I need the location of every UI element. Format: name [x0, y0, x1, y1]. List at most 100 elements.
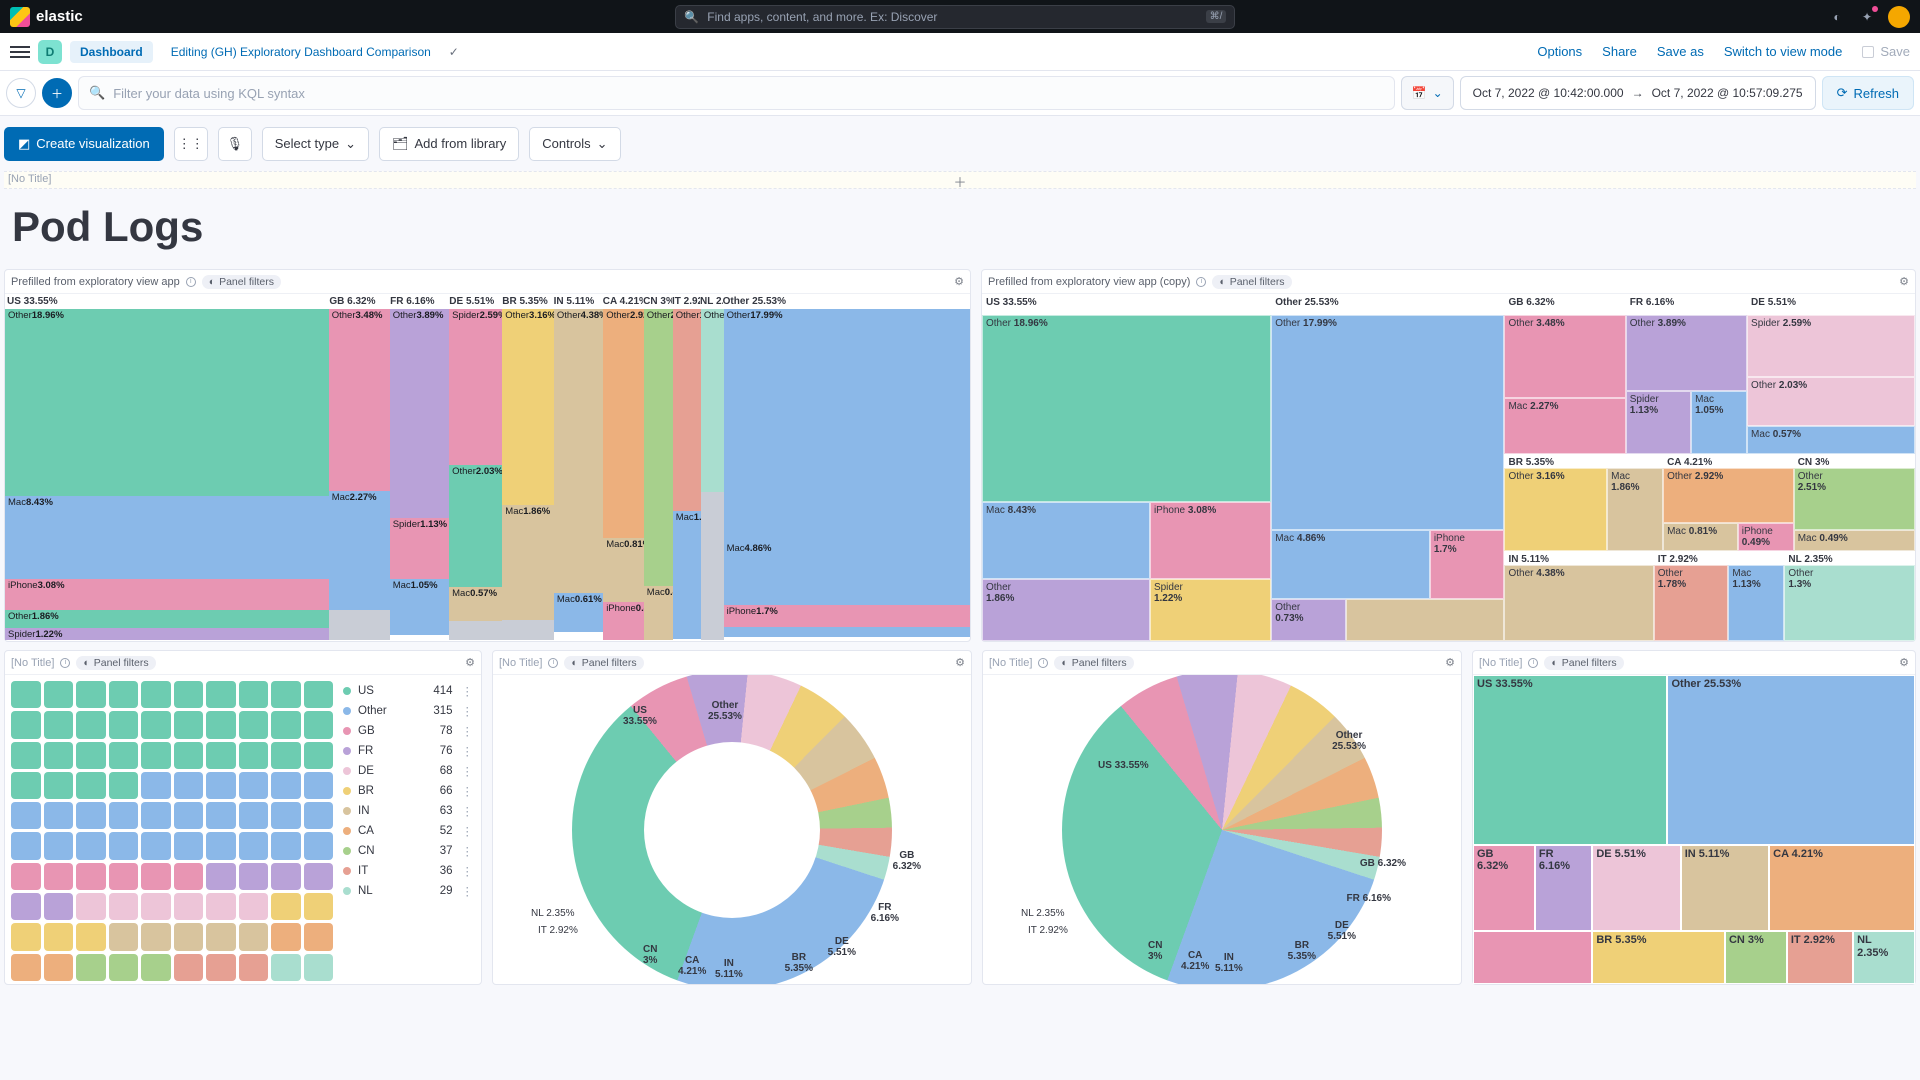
- kql-input[interactable]: 🔍 Filter your data using KQL syntax: [78, 76, 1395, 110]
- logo-mark-icon: [10, 7, 30, 27]
- legend-item[interactable]: US414⋮: [343, 681, 475, 701]
- info-icon[interactable]: i: [1038, 658, 1048, 668]
- gear-icon[interactable]: ⚙: [954, 275, 964, 288]
- legend-item[interactable]: BR66⋮: [343, 781, 475, 801]
- newsfeed-icon[interactable]: ✦: [1858, 8, 1876, 26]
- filter-bar: ▽ ＋ 🔍 Filter your data using KQL syntax …: [0, 71, 1920, 116]
- date-range[interactable]: Oct 7, 2022 @ 10:42:00.000 → Oct 7, 2022…: [1460, 76, 1816, 110]
- global-header: elastic 🔍 Find apps, content, and more. …: [0, 0, 1920, 33]
- breadcrumb-bar: D Dashboard Editing (GH) Exploratory Das…: [0, 33, 1920, 71]
- breadcrumb-dashboard[interactable]: Dashboard: [70, 41, 153, 63]
- mic-button[interactable]: 🎙: [218, 127, 252, 161]
- dots-icon: ⋮: [460, 744, 476, 758]
- slice-label: FR6.16%: [871, 902, 899, 924]
- slice-label: FR 6.16%: [1347, 893, 1391, 904]
- panel-mosaic-1: Prefilled from exploratory view app i ◐ …: [4, 269, 971, 642]
- filter-funnel-button[interactable]: ▽: [6, 78, 36, 108]
- chevron-down-icon: ⌄: [597, 136, 608, 152]
- mosaic-chart[interactable]: US 33.55%GB 6.32%FR 6.16%DE 5.51%BR 5.35…: [5, 294, 970, 641]
- info-icon[interactable]: i: [186, 277, 196, 287]
- gear-icon[interactable]: ⚙: [1899, 656, 1909, 669]
- panel-title: Prefilled from exploratory view app: [11, 276, 180, 288]
- kql-placeholder: Filter your data using KQL syntax: [113, 86, 305, 101]
- create-visualization-button[interactable]: ◩ Create visualization: [4, 127, 164, 161]
- header-actions: ◐ ✦: [1828, 6, 1910, 28]
- elastic-logo[interactable]: elastic: [10, 7, 83, 27]
- legend-item[interactable]: Other315⋮: [343, 701, 475, 721]
- switch-view-link[interactable]: Switch to view mode: [1724, 44, 1843, 59]
- legend-item[interactable]: IT36⋮: [343, 861, 475, 881]
- panel-filters-pill[interactable]: ◐ Panel filters: [564, 656, 643, 670]
- slice-label: IT 2.92%: [538, 925, 578, 936]
- gear-icon[interactable]: ⚙: [955, 656, 965, 669]
- legend-item[interactable]: FR76⋮: [343, 741, 475, 761]
- slice-label: IN5.11%: [1215, 952, 1243, 974]
- waffle-chart[interactable]: [11, 681, 333, 981]
- date-to: Oct 7, 2022 @ 10:57:09.275: [1652, 86, 1803, 100]
- help-icon[interactable]: ◐: [1828, 8, 1846, 26]
- legend-item[interactable]: NL29⋮: [343, 881, 475, 901]
- space-badge[interactable]: D: [38, 40, 62, 64]
- pie-chart[interactable]: US 33.55% Other25.53% GB 6.32% FR 6.16% …: [983, 675, 1461, 984]
- search-kbd: ⌘/: [1206, 10, 1227, 23]
- legend-item[interactable]: GB78⋮: [343, 721, 475, 741]
- search-placeholder: Find apps, content, and more. Ex: Discov…: [707, 10, 937, 24]
- slice-label: US33.55%: [623, 705, 657, 727]
- dots-icon: ⋮: [460, 884, 476, 898]
- add-panel-strip[interactable]: [No Title] ＋: [4, 171, 1916, 189]
- gear-icon[interactable]: ⚙: [1899, 275, 1909, 288]
- gear-icon[interactable]: ⚙: [1445, 656, 1455, 669]
- edit-toolbar: ◩ Create visualization ⋮⋮ 🎙 Select type …: [0, 116, 1920, 171]
- breadcrumb-editing[interactable]: Editing (GH) Exploratory Dashboard Compa…: [161, 41, 441, 63]
- legend-item[interactable]: DE68⋮: [343, 761, 475, 781]
- global-search[interactable]: 🔍 Find apps, content, and more. Ex: Disc…: [675, 5, 1235, 29]
- gear-icon[interactable]: ⚙: [465, 656, 475, 669]
- options-link[interactable]: Options: [1537, 44, 1582, 59]
- user-avatar[interactable]: [1888, 6, 1910, 28]
- drag-handle-button[interactable]: ⋮⋮: [174, 127, 208, 161]
- info-icon[interactable]: i: [1196, 277, 1206, 287]
- slice-label: CA4.21%: [678, 955, 706, 977]
- legend-item[interactable]: CN37⋮: [343, 841, 475, 861]
- treemap-chart[interactable]: US 33.55%Other 18.96%Mac 8.43%iPhone 3.0…: [982, 294, 1915, 641]
- slice-label: BR5.35%: [785, 952, 813, 974]
- page-title: Pod Logs: [0, 189, 1920, 269]
- treemap-chart-small[interactable]: US 33.55%Other 25.53%GB6.32%FR6.16%DE 5.…: [1473, 675, 1915, 984]
- slice-label: DE5.51%: [828, 936, 856, 958]
- chevron-down-icon: ⌄: [1433, 86, 1443, 100]
- waffle-legend: US414⋮Other315⋮GB78⋮FR76⋮DE68⋮BR66⋮IN63⋮…: [343, 681, 475, 981]
- legend-item[interactable]: IN63⋮: [343, 801, 475, 821]
- panel-filters-pill[interactable]: ◐ Panel filters: [1212, 275, 1291, 289]
- slice-label: NL 2.35%: [531, 908, 575, 919]
- date-quick-button[interactable]: 📅 ⌄: [1401, 76, 1454, 110]
- panel-treemap-2: [No Title] i ◐ Panel filters ⚙ US 33.55%…: [1472, 650, 1916, 985]
- date-from: Oct 7, 2022 @ 10:42:00.000: [1473, 86, 1624, 100]
- panel-filters-pill[interactable]: ◐ Panel filters: [1054, 656, 1133, 670]
- select-type-button[interactable]: Select type ⌄: [262, 127, 369, 161]
- panel-filters-pill[interactable]: ◐ Panel filters: [76, 656, 155, 670]
- panel-filters-pill[interactable]: ◐ Panel filters: [202, 275, 281, 289]
- refresh-button[interactable]: ⟳ Refresh: [1822, 76, 1914, 110]
- info-icon[interactable]: i: [548, 658, 558, 668]
- panel-waffle: [No Title] i ◐ Panel filters ⚙ US414⋮Oth…: [4, 650, 482, 985]
- share-link[interactable]: Share: [1602, 44, 1637, 59]
- add-from-library-button[interactable]: 🗂 Add from library: [379, 127, 519, 161]
- info-icon[interactable]: i: [1528, 658, 1538, 668]
- panel-filters-pill[interactable]: ◐ Panel filters: [1544, 656, 1623, 670]
- panel-title: [No Title]: [1479, 657, 1522, 669]
- chevron-down-icon: ⌄: [345, 136, 356, 152]
- dots-icon: ⋮: [460, 764, 476, 778]
- nav-toggle-icon[interactable]: [10, 42, 30, 62]
- donut-chart[interactable]: US33.55% Other25.53% GB6.32% FR6.16% DE5…: [493, 675, 971, 984]
- legend-item[interactable]: CA52⋮: [343, 821, 475, 841]
- slice-label: US 33.55%: [1098, 760, 1149, 771]
- add-filter-button[interactable]: ＋: [42, 78, 72, 108]
- info-icon[interactable]: i: [60, 658, 70, 668]
- search-icon: 🔍: [684, 10, 699, 24]
- folder-icon: 🗂: [392, 136, 409, 152]
- controls-button[interactable]: Controls ⌄: [529, 127, 620, 161]
- slice-label: Other25.53%: [1332, 730, 1366, 752]
- dots-icon: ⋮: [460, 704, 476, 718]
- save-as-link[interactable]: Save as: [1657, 44, 1704, 59]
- plus-icon: ＋: [953, 172, 966, 191]
